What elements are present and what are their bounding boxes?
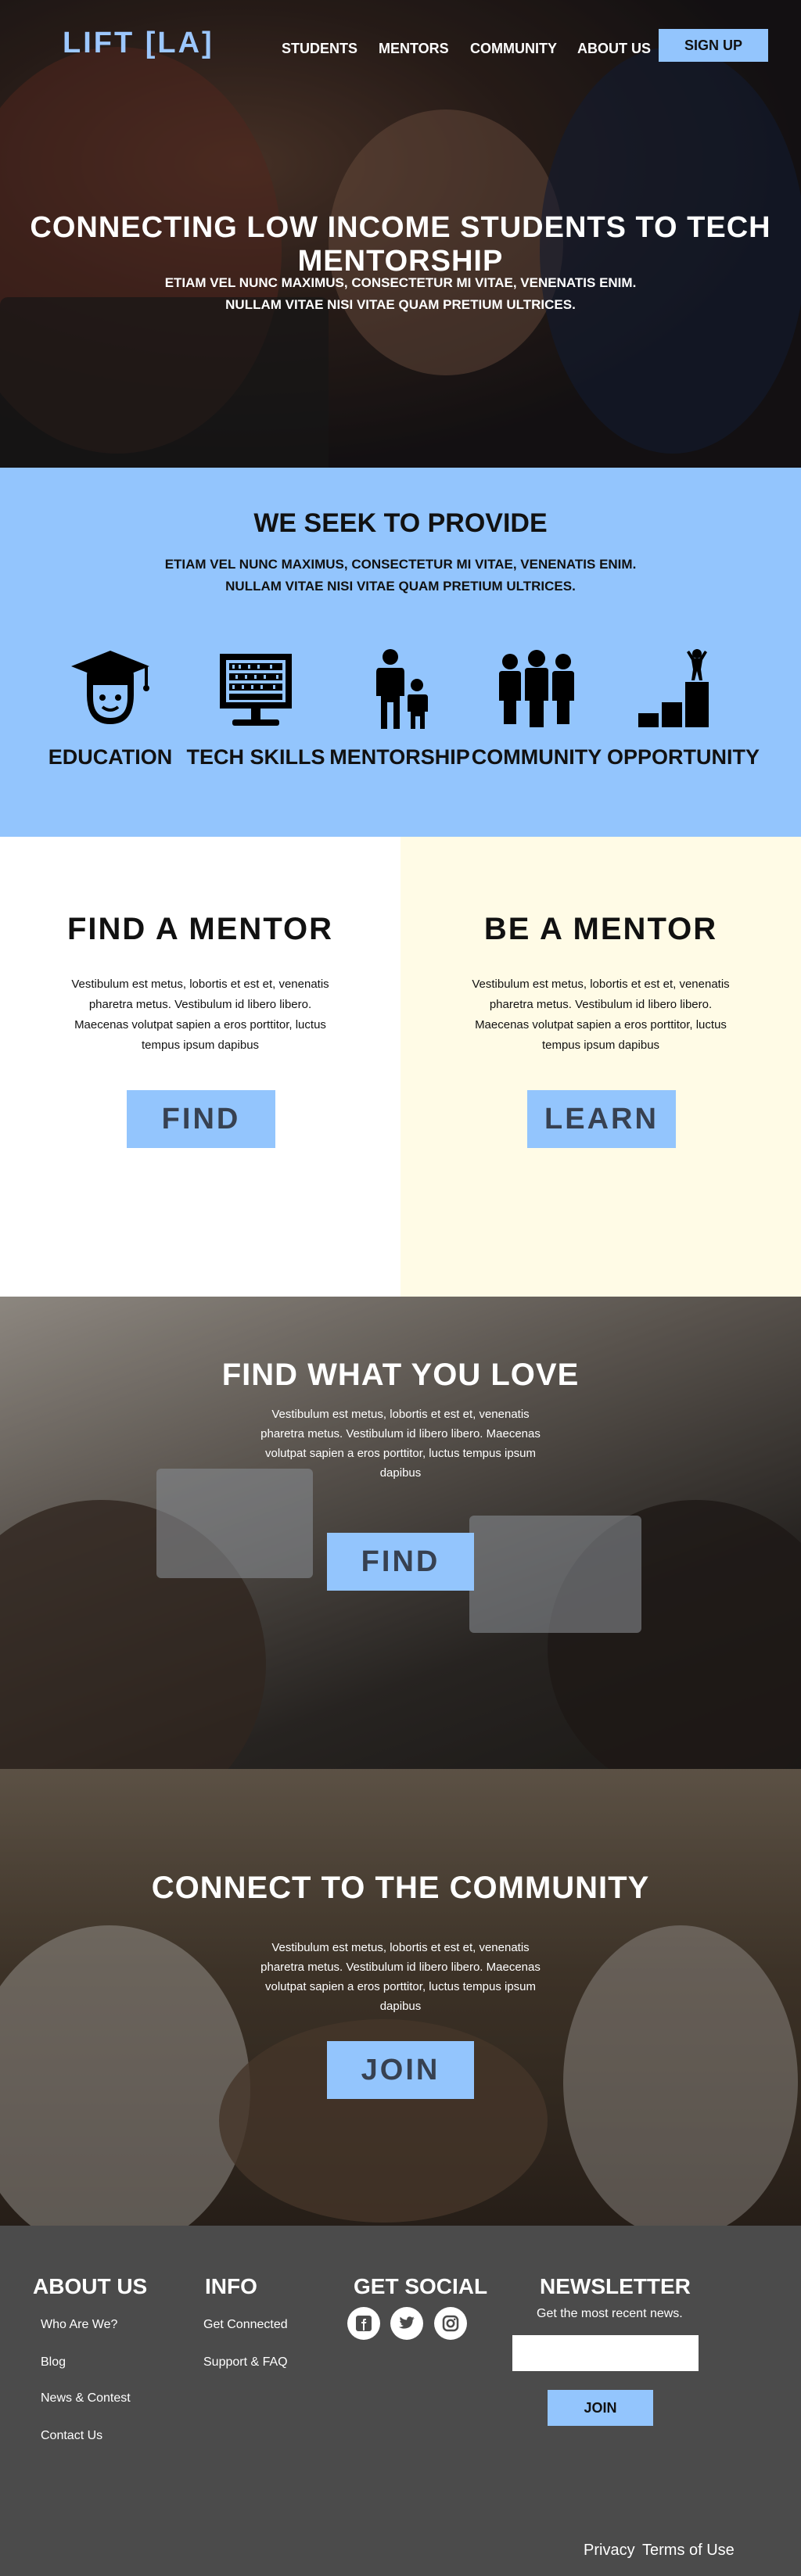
- footer-newsletter-title: NEWSLETTER: [540, 2274, 691, 2298]
- find-mentor-text: Vestibulum est metus, lobortis et est et…: [71, 978, 329, 1052]
- newsletter-email-input[interactable]: [512, 2335, 699, 2371]
- newsletter-text: Get the most recent news.: [537, 2307, 683, 2320]
- be-mentor-text: Vestibulum est metus, lobortis et est et…: [472, 978, 730, 1052]
- adult-child-icon: [376, 649, 428, 729]
- footer-link-blog[interactable]: Blog: [41, 2355, 66, 2370]
- hero-section: LIFT [LA] STUDENTS MENTORS COMMUNITY ABO…: [0, 0, 801, 468]
- hero-subtitle: ETIAM VEL NUNC MAXIMUS, CONSECTETUR MI V…: [0, 272, 801, 316]
- nav-item-about-us[interactable]: ABOUT US: [577, 41, 651, 57]
- be-mentor-title: BE A MENTOR: [483, 912, 718, 946]
- instagram-icon[interactable]: [434, 2307, 467, 2340]
- footer-link-get-connected[interactable]: Get Connected: [203, 2318, 288, 2332]
- group-icon: [499, 650, 574, 727]
- podium-climb-icon: [638, 649, 709, 727]
- feature-tech-skills: TECH SKILLS: [185, 646, 326, 770]
- community-section: CONNECT TO THE COMMUNITY Vestibulum est …: [0, 1769, 801, 2226]
- find-love-section: FIND WHAT YOU LOVE Vestibulum est metus,…: [0, 1297, 801, 1769]
- nav-item-mentors[interactable]: MENTORS: [379, 41, 449, 57]
- graduate-icon: [71, 651, 149, 724]
- feature-community: COMMUNITY: [466, 646, 607, 770]
- footer-link-news-contest[interactable]: News & Contest: [41, 2391, 131, 2406]
- learn-button[interactable]: LEARN: [527, 1090, 676, 1148]
- feature-label: TECH SKILLS: [186, 745, 325, 769]
- hero-subtitle-line: NULLAM VITAE NISI VITAE QUAM PRETIUM ULT…: [225, 297, 576, 312]
- footer-link-contact-us[interactable]: Contact Us: [41, 2429, 102, 2443]
- provide-subtitle-line: ETIAM VEL NUNC MAXIMUS, CONSECTETUR MI V…: [164, 557, 637, 572]
- feature-label: OPPORTUNITY: [607, 745, 760, 769]
- mentor-section: FIND A MENTOR Vestibulum est metus, lobo…: [0, 837, 801, 1297]
- footer-about-title: ABOUT US: [33, 2274, 148, 2298]
- find-love-title: FIND WHAT YOU LOVE: [221, 1358, 580, 1392]
- signup-button[interactable]: SIGN UP: [659, 29, 768, 62]
- community-title: CONNECT TO THE COMMUNITY: [151, 1871, 650, 1905]
- find-mentor-button[interactable]: FIND: [127, 1090, 275, 1148]
- top-nav: LIFT [LA] STUDENTS MENTORS COMMUNITY ABO…: [0, 0, 801, 94]
- provide-subtitle-line: NULLAM VITAE NISI VITAE QUAM PRETIUM ULT…: [225, 579, 576, 594]
- provide-section: WE SEEK TO PROVIDE ETIAM VEL NUNC MAXIMU…: [0, 468, 801, 837]
- facebook-icon[interactable]: [347, 2307, 380, 2340]
- footer-link-terms[interactable]: Terms of Use: [642, 2542, 735, 2560]
- join-community-button[interactable]: JOIN: [327, 2041, 474, 2099]
- newsletter-join-button[interactable]: JOIN: [548, 2390, 653, 2426]
- computer-binary-icon: [220, 654, 292, 726]
- hero-title: CONNECTING LOW INCOME STUDENTS TO TECH M…: [30, 211, 771, 278]
- hero-subtitle-line: ETIAM VEL NUNC MAXIMUS, CONSECTETUR MI V…: [164, 275, 637, 290]
- footer-link-support-faq[interactable]: Support & FAQ: [203, 2355, 288, 2370]
- site-logo[interactable]: LIFT [LA]: [63, 27, 214, 60]
- provide-title: WE SEEK TO PROVIDE: [253, 508, 548, 538]
- find-love-button[interactable]: FIND: [327, 1533, 474, 1591]
- feature-label: EDUCATION: [48, 745, 173, 769]
- nav-item-community[interactable]: COMMUNITY: [470, 41, 557, 57]
- feature-mentorship: MENTORSHIP: [329, 646, 470, 770]
- footer-social-title: GET SOCIAL: [354, 2274, 488, 2298]
- find-mentor-panel: FIND A MENTOR Vestibulum est metus, lobo…: [0, 837, 400, 1297]
- footer-info-title: INFO: [205, 2274, 257, 2298]
- footer: ABOUT US Who Are We? Blog News & Contest…: [0, 2226, 801, 2576]
- feature-label: MENTORSHIP: [329, 745, 470, 769]
- feature-opportunity: OPPORTUNITY: [607, 646, 760, 770]
- nav-item-students[interactable]: STUDENTS: [282, 41, 357, 57]
- footer-link-privacy[interactable]: Privacy: [584, 2542, 635, 2560]
- feature-education: EDUCATION: [40, 646, 181, 770]
- find-mentor-title: FIND A MENTOR: [66, 912, 334, 946]
- footer-link-who-are-we[interactable]: Who Are We?: [41, 2318, 117, 2332]
- find-love-text: Vestibulum est metus, lobortis et est et…: [260, 1408, 541, 1480]
- community-text: Vestibulum est metus, lobortis et est et…: [260, 1941, 541, 2013]
- feature-label: COMMUNITY: [471, 745, 602, 769]
- be-mentor-panel: BE A MENTOR Vestibulum est metus, lobort…: [400, 837, 801, 1297]
- twitter-icon[interactable]: [390, 2307, 423, 2340]
- provide-subtitle: ETIAM VEL NUNC MAXIMUS, CONSECTETUR MI V…: [0, 554, 801, 597]
